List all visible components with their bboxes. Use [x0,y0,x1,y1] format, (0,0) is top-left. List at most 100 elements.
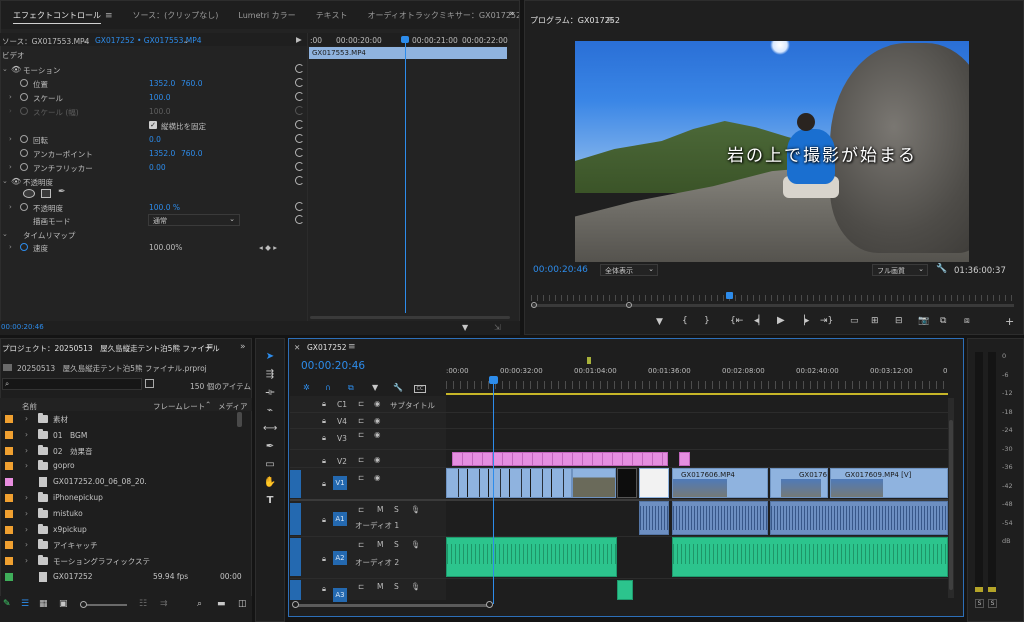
uniform-scale-checkbox[interactable]: ✓ [149,121,157,129]
v1-clip-gx017609[interactable]: GX017609.MP4 [V] [830,468,948,498]
program-timecode[interactable]: 00:00:20:46 [533,265,588,275]
col-rate-header[interactable]: フレームレート [153,401,205,412]
project-list-item[interactable]: › 01 BGM [0,428,245,444]
extract-icon[interactable]: ⊟ [895,316,903,326]
position-y-value[interactable]: 760.0 [181,79,202,88]
a2-clip-bgm-a[interactable] [446,537,617,577]
ec-filter-icon[interactable]: ▼ [462,323,468,332]
settings-wrench-icon[interactable]: 🔧 [936,264,947,274]
a2-target[interactable]: A2 [333,551,347,565]
panel-menu-icon[interactable]: ≡ [105,11,113,21]
label-color-swatch[interactable] [5,415,13,423]
work-area-bar[interactable] [446,393,948,395]
add-marker-icon[interactable]: ▼ [656,317,663,327]
project-menu-icon[interactable]: ≡ [206,342,214,352]
opacity-expand-icon[interactable]: › [9,203,12,211]
anchor-stopwatch-icon[interactable] [20,149,28,157]
fit-select[interactable]: 全体表示 ⌄ [600,264,658,276]
opacity-fx-icon[interactable]: 👁 [11,177,21,186]
motion-reset-icon[interactable] [295,64,304,73]
label-color-swatch[interactable] [5,541,13,550]
project-search-field[interactable] [2,378,142,390]
a1-target[interactable]: A1 [333,512,347,526]
program-zoom-handle-right[interactable] [626,302,632,308]
rotation-value[interactable]: 0.0 [149,135,161,144]
project-list-item[interactable]: › 素材 [0,412,245,428]
mark-out-icon[interactable]: } [704,316,710,326]
antiflicker-reset-icon[interactable] [295,162,304,171]
find-icon[interactable]: ⌕ [197,599,202,609]
timeline-playhead-line[interactable] [493,380,494,604]
a1-source-patch[interactable] [290,503,301,535]
step-forward-icon[interactable]: ▕▸ [798,316,809,326]
v3-lock-icon[interactable]: 🔒︎ [322,433,326,443]
timeline-hscroll[interactable] [294,604,490,607]
rectangle-tool-icon[interactable]: ▭ [263,458,277,472]
v2-clip-end[interactable] [679,452,690,466]
a1-lock-icon[interactable]: 🔒︎ [322,515,326,525]
a2-solo[interactable]: S [394,540,399,549]
a3-sync-icon[interactable]: ⊏ [358,582,364,591]
a1-clip-a[interactable] [672,501,768,535]
a3-target[interactable]: A3 [333,588,347,602]
anchor-reset-icon[interactable] [295,148,304,157]
v1-clip-thumb-1[interactable] [572,468,616,498]
vr-view-icon[interactable]: ⧈ [964,316,970,326]
label-color-swatch[interactable] [5,557,13,566]
v3-eye-icon[interactable]: ◉ [374,430,381,439]
ec-export-icon[interactable]: ⇲ [494,323,501,332]
c1-eye-icon[interactable]: ◉ [374,399,381,408]
linked-selection-icon[interactable]: ⧉ [348,383,354,393]
c1-lock-icon[interactable]: 🔒︎ [322,399,326,409]
button-editor-plus-icon[interactable]: + [1005,315,1014,328]
v1-clip-gx017606[interactable]: GX017606.MP4 [672,468,768,498]
motion-fx-icon[interactable]: 👁 [11,65,21,74]
ec-play-icon[interactable]: ▶ [296,35,302,44]
program-zoom-bar[interactable] [531,304,1014,307]
project-tab-overflow-icon[interactable]: » [240,342,246,352]
folder-expand-icon[interactable]: › [25,525,28,534]
hand-tool-icon[interactable]: ✋ [263,476,277,490]
list-view-icon[interactable]: ☰ [21,599,29,609]
tab-effect-controls[interactable]: エフェクトコントロール ≡ [3,10,123,24]
a2-lock-icon[interactable]: 🔒︎ [322,554,326,564]
speed-keyframe-nav-icon[interactable]: ◂ ◆ ▸ [259,243,277,252]
a1-clip-small[interactable] [639,501,669,535]
project-list-item[interactable]: › mistuko [0,507,245,523]
a3-clip[interactable] [617,580,633,600]
folder-expand-icon[interactable]: › [25,414,28,423]
quality-select[interactable]: フル画質 ⌄ [872,264,928,276]
mask-rect-icon[interactable] [41,189,51,198]
type-tool-icon[interactable]: T [263,494,277,508]
v1-clip-group-a[interactable] [446,468,572,498]
a2-mic-icon[interactable]: 🎙︎ [411,540,421,549]
mask-ellipse-icon[interactable] [23,189,35,198]
timeremap-collapse-icon[interactable]: ⌄ [2,230,8,238]
v3-sync-icon[interactable]: ⊏ [358,430,364,439]
c1-sync-icon[interactable]: ⊏ [358,399,364,408]
captions-icon[interactable]: CC [414,385,426,393]
comparison-view-icon[interactable]: ⧉ [940,316,946,326]
folder-expand-icon[interactable]: › [25,540,28,549]
rotation-expand-icon[interactable]: › [9,135,12,143]
label-color-swatch[interactable] [5,478,13,487]
a1-mic-icon[interactable]: 🎙︎ [411,505,421,514]
uniform-scale-reset-icon[interactable] [295,120,304,129]
tab-text[interactable]: テキスト [306,10,358,21]
position-stopwatch-icon[interactable] [20,79,28,87]
scale-value[interactable]: 100.0 [149,93,170,102]
export-frame-icon[interactable]: 📷 [918,316,929,326]
ripple-edit-tool-icon[interactable]: ⟛ [263,386,277,400]
col-media-header[interactable]: メディア [218,401,247,412]
opacity-section-reset-icon[interactable] [295,176,304,185]
rotation-reset-icon[interactable] [295,134,304,143]
project-search-icon[interactable]: ⌕ [5,379,9,389]
ec-zoom-scrollbar[interactable] [310,316,510,319]
opacity-stopwatch-icon[interactable] [20,203,28,211]
v4-lock-icon[interactable]: 🔒︎ [322,416,326,426]
tab-lumetri[interactable]: Lumetri カラー [228,10,305,21]
folder-expand-icon[interactable]: › [25,461,28,470]
ec-playhead[interactable] [405,38,406,313]
play-icon[interactable]: ▶ [777,315,785,326]
project-list-item[interactable]: › アイキャッチ [0,538,245,554]
